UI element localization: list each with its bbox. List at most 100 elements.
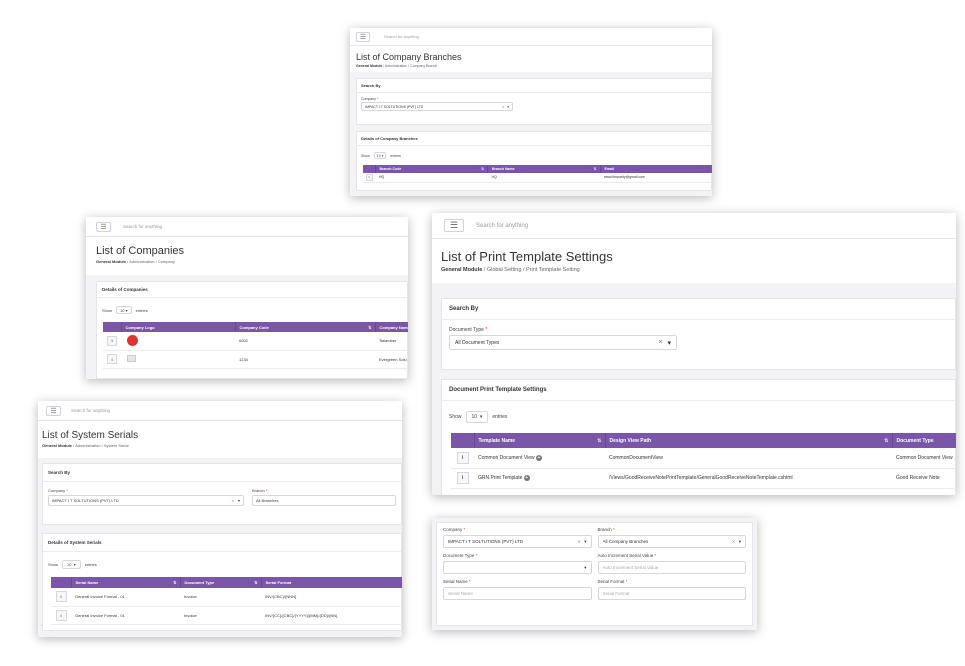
company-filter: Company * IMPACT I T SOLTUTIONS (PVT) LT… xyxy=(43,482,247,506)
cell xyxy=(121,332,235,351)
row-menu-button[interactable]: i xyxy=(107,335,117,346)
sort-icon[interactable]: ⇅ xyxy=(884,438,888,444)
page-size-control: Show 10 ▾ entries xyxy=(442,401,955,433)
add-icon[interactable]: + xyxy=(536,454,542,461)
sort-icon[interactable]: ⇅ xyxy=(597,438,601,444)
company-select[interactable]: IMPACT I T SOLTUTIONS (PVT) LTD × ▾ xyxy=(361,102,513,111)
entries-label: entries xyxy=(390,153,401,158)
clear-icon[interactable]: × xyxy=(232,498,234,503)
row-actions: i xyxy=(451,448,474,469)
document-type-field: Document Type * ▾ xyxy=(443,553,592,574)
breadcrumb-item[interactable]: General Module xyxy=(42,443,72,448)
column-header[interactable]: Template Name ⇅ xyxy=(474,433,606,448)
show-label: Show xyxy=(361,153,370,158)
menu-icon[interactable]: ☰ xyxy=(96,221,111,232)
clear-icon[interactable]: × xyxy=(502,105,504,109)
page-size-select[interactable]: 10 ▾ xyxy=(116,306,132,314)
document-type-label: Document Type * xyxy=(449,327,488,333)
details-card: Details of Companies Show 10 ▾ entries C… xyxy=(96,281,408,379)
card-header: Search By xyxy=(357,79,711,93)
company-select[interactable]: IMPACT I T SOLTUTIONS (PVT) LTD × ▾ xyxy=(48,495,244,506)
row-menu-button[interactable]: i xyxy=(107,354,117,364)
menu-icon[interactable]: ☰ xyxy=(46,405,61,416)
cell: CommonDocumentView xyxy=(605,448,892,469)
sort-icon[interactable]: ⇅ xyxy=(173,580,176,585)
breadcrumb-item[interactable]: Administration xyxy=(385,64,407,68)
column-header[interactable]: Email xyxy=(600,165,712,173)
branch-select[interactable]: All Company Branches × ▾ xyxy=(597,535,746,548)
serial-name-label: Serial Name * xyxy=(443,579,471,584)
page-size-select[interactable]: 10 ▾ xyxy=(373,152,387,159)
column-header[interactable]: Branch Code ⇅ xyxy=(375,165,488,173)
chevron-down-icon[interactable]: ▾ xyxy=(667,339,671,347)
auto-increment-input[interactable]: Auto Increment Serial Value xyxy=(597,561,746,574)
serial-name-field: Serial Name * Serial Name xyxy=(443,579,592,600)
cell: Tstlamber xyxy=(375,332,408,351)
search-input[interactable]: Search for anything xyxy=(384,34,419,39)
row-menu-button[interactable]: i xyxy=(456,451,469,464)
entries-label: entries xyxy=(492,414,508,420)
page-size-select[interactable]: 10 ▾ xyxy=(465,411,489,423)
row-menu-button[interactable]: i xyxy=(456,472,469,484)
search-input[interactable]: Search for anything xyxy=(123,224,162,229)
column-header[interactable]: Company Code ⇅ xyxy=(235,322,376,332)
cell: Common Document View xyxy=(892,448,956,469)
sort-icon[interactable]: ⇅ xyxy=(481,167,484,171)
serial-format-input[interactable]: Serial Format xyxy=(597,587,746,600)
page-size-value: 10 xyxy=(120,307,125,313)
card-header: Search By xyxy=(43,464,401,482)
page-size-select[interactable]: 10 ▾ xyxy=(62,560,81,569)
cell: 0002 xyxy=(235,332,375,351)
row-actions: i xyxy=(451,468,474,489)
search-input[interactable]: Search for anything xyxy=(476,223,528,229)
chevron-down-icon[interactable]: ▾ xyxy=(584,539,586,545)
chevron-down-icon[interactable]: ▾ xyxy=(584,565,586,571)
breadcrumb-item[interactable]: Global Setting xyxy=(487,267,522,273)
menu-icon[interactable]: ☰ xyxy=(444,219,464,232)
breadcrumb-item[interactable]: General Module xyxy=(96,259,126,264)
page-size-value: 10 xyxy=(376,153,381,158)
row-menu-button[interactable]: i xyxy=(55,609,67,621)
sort-icon[interactable]: ⇅ xyxy=(594,167,597,171)
branch-select[interactable]: All Branches xyxy=(252,495,396,506)
cell: Good Receive Note xyxy=(892,468,956,489)
column-header[interactable]: Document Type xyxy=(892,433,956,448)
clear-icon[interactable]: × xyxy=(578,539,581,544)
serial-name-input[interactable]: Serial Name xyxy=(443,587,592,600)
breadcrumb-item[interactable]: General Module xyxy=(356,64,382,68)
company-select[interactable]: IMPACT I T SOLTUTIONS (PVT) LTD × ▾ xyxy=(443,535,592,548)
breadcrumb-item[interactable]: General Module xyxy=(441,267,482,273)
chevron-down-icon[interactable]: ▾ xyxy=(739,539,741,545)
chevron-down-icon[interactable]: ▾ xyxy=(238,498,240,503)
table-header-row: Branch Code ⇅ Branch Name ⇅ Email xyxy=(363,165,712,173)
search-input[interactable]: Search for anything xyxy=(71,408,110,413)
column-header[interactable]: Design View Path ⇅ xyxy=(605,433,893,448)
column-header[interactable]: Branch Name ⇅ xyxy=(487,165,601,173)
breadcrumb-item[interactable]: Administration xyxy=(129,259,154,264)
row-actions: i xyxy=(363,173,375,183)
row-menu-button[interactable]: i xyxy=(365,173,373,181)
document-type-select[interactable]: ▾ xyxy=(443,561,592,574)
breadcrumb-item[interactable]: Administration xyxy=(75,443,100,448)
column-header[interactable]: Company Logo xyxy=(121,322,236,332)
chevron-down-icon[interactable]: ▾ xyxy=(507,105,509,109)
column-header[interactable]: Company Name xyxy=(375,322,408,332)
document-type-select[interactable]: All Document Types × ▾ xyxy=(449,335,677,350)
add-icon[interactable]: + xyxy=(523,475,530,481)
company-logo xyxy=(127,355,136,362)
auto-increment-field: Auto Increment Serial Value * Auto Incre… xyxy=(597,553,746,574)
title-area: List of Companies General Module / Admin… xyxy=(86,237,408,275)
column-header[interactable]: Serial Name ⇅ xyxy=(71,577,181,588)
sort-icon[interactable]: ⇅ xyxy=(254,580,257,585)
column-header[interactable]: Serial Format xyxy=(261,577,402,588)
cell: 1234 xyxy=(235,350,375,369)
branches-table: Branch Code ⇅ Branch Name ⇅ Email i HQ HQ … xyxy=(363,165,712,183)
sort-icon[interactable]: ⇅ xyxy=(368,325,371,330)
clear-icon[interactable]: × xyxy=(732,539,735,544)
menu-icon[interactable]: ☰ xyxy=(356,31,370,42)
breadcrumb-item: Company xyxy=(157,259,175,264)
breadcrumb: General Module / Global Setting / Print … xyxy=(441,267,580,273)
row-menu-button[interactable]: i xyxy=(55,591,67,603)
clear-icon[interactable]: × xyxy=(658,339,662,346)
column-header[interactable]: Document Type ⇅ xyxy=(180,577,262,588)
